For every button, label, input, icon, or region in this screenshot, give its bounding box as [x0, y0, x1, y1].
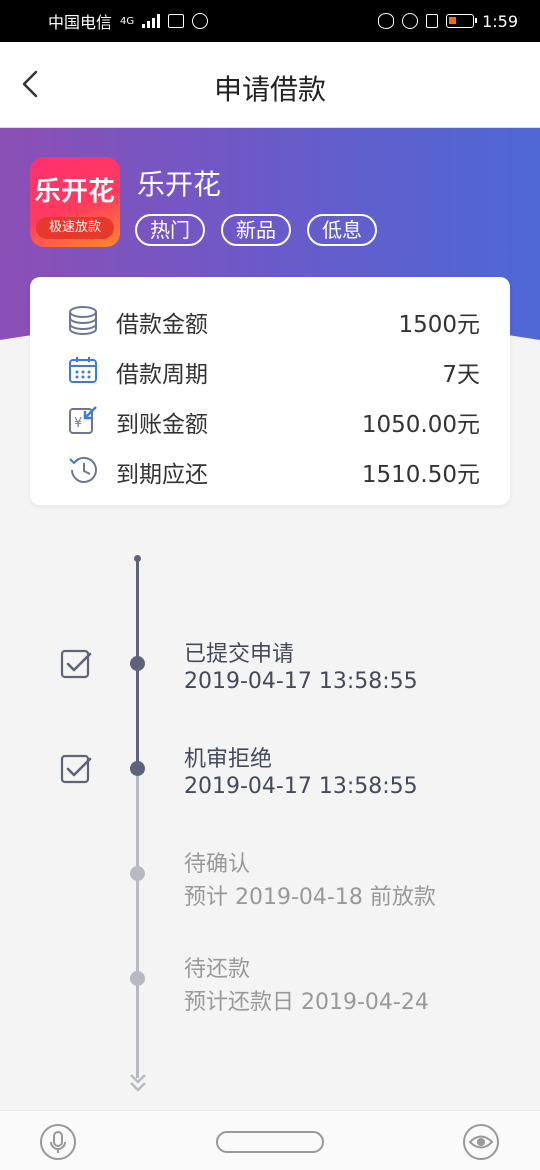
timeline-dot-active	[130, 656, 145, 671]
step-title-pending-repay: 待还款	[184, 957, 251, 982]
tag-hot: 热门	[135, 214, 205, 246]
status-time: 1:59	[482, 11, 518, 31]
tag-low-interest: 低息	[307, 214, 377, 246]
step-detail-pending-repay: 预计还款日 2019-04-24	[184, 990, 429, 1015]
status-right: 1:59	[378, 12, 518, 31]
app-notification-icon	[192, 13, 209, 29]
signal-icon	[142, 14, 161, 28]
step-detail-submitted: 2019-04-17 13:58:55	[184, 669, 418, 694]
step-title-submitted: 已提交申请	[184, 642, 295, 667]
summary-row-received: ¥ 到账金额 1050.00元	[30, 399, 510, 439]
summary-value-period: 7天	[442, 362, 480, 388]
summary-label-received: 到账金额	[116, 412, 208, 438]
status-bar: 中国电信 4G 1:59	[0, 0, 540, 42]
network-label: 4G	[120, 15, 135, 27]
calendar-icon	[69, 357, 97, 383]
app-logo-text: 乐开花	[34, 177, 116, 207]
summary-label-amount: 借款金额	[116, 312, 208, 338]
status-left: 中国电信 4G	[48, 9, 209, 33]
app-logo-band: 极速放款	[36, 217, 114, 239]
timeline-line-inactive	[136, 768, 139, 1078]
svg-text:¥: ¥	[74, 416, 82, 431]
coins-icon	[69, 306, 97, 335]
image-icon	[168, 14, 185, 28]
summary-value-received: 1050.00元	[361, 412, 480, 438]
checkbox-checked-icon	[60, 649, 92, 679]
microphone-icon	[50, 1131, 66, 1153]
eye-comfort-button[interactable]	[463, 1124, 499, 1160]
timeline-dot-pending	[130, 971, 145, 986]
app-tags: 热门 新品 低息	[135, 214, 377, 246]
step-title-pending-confirm: 待确认	[184, 852, 251, 877]
summary-row-period: 借款周期 7天	[30, 349, 510, 389]
step-title-rejected: 机审拒绝	[184, 747, 273, 772]
step-detail-pending-confirm: 预计 2019-04-18 前放款	[184, 885, 436, 910]
summary-row-due: 到期应还 1510.50元	[30, 449, 510, 489]
loan-summary-card: 借款金额 1500元 借款周期 7天 ¥ 到账金额 1050.00元 到期应还 …	[30, 277, 510, 505]
summary-value-amount: 1500元	[398, 312, 480, 338]
receive-money-icon: ¥	[69, 406, 97, 434]
timeline-dot-active	[130, 761, 145, 776]
summary-label-due: 到期应还	[116, 462, 208, 488]
system-navigation-bar	[0, 1110, 540, 1170]
carrier-label: 中国电信	[48, 13, 113, 32]
voice-button[interactable]	[40, 1124, 76, 1160]
timeline-end-arrow-icon	[130, 1074, 146, 1092]
step-detail-rejected: 2019-04-17 13:58:55	[184, 774, 418, 799]
app-logo: 乐开花 极速放款	[30, 157, 120, 247]
title-bar: 申请借款	[0, 42, 540, 128]
alarm-icon	[402, 13, 419, 29]
eye-icon	[468, 1135, 494, 1149]
timeline-dot-pending	[130, 866, 145, 881]
checkbox-checked-icon	[60, 754, 92, 784]
page-title: 申请借款	[213, 73, 326, 106]
battery-icon	[446, 14, 478, 28]
tag-new: 新品	[221, 214, 291, 246]
eye-icon	[378, 13, 395, 29]
vibrate-icon	[426, 14, 439, 28]
summary-label-period: 借款周期	[116, 362, 208, 388]
app-name: 乐开花	[137, 168, 222, 201]
clock-return-icon	[69, 456, 97, 483]
summary-value-due: 1510.50元	[361, 462, 480, 488]
summary-row-amount: 借款金额 1500元	[30, 299, 510, 339]
home-gesture-bar[interactable]	[216, 1131, 324, 1153]
